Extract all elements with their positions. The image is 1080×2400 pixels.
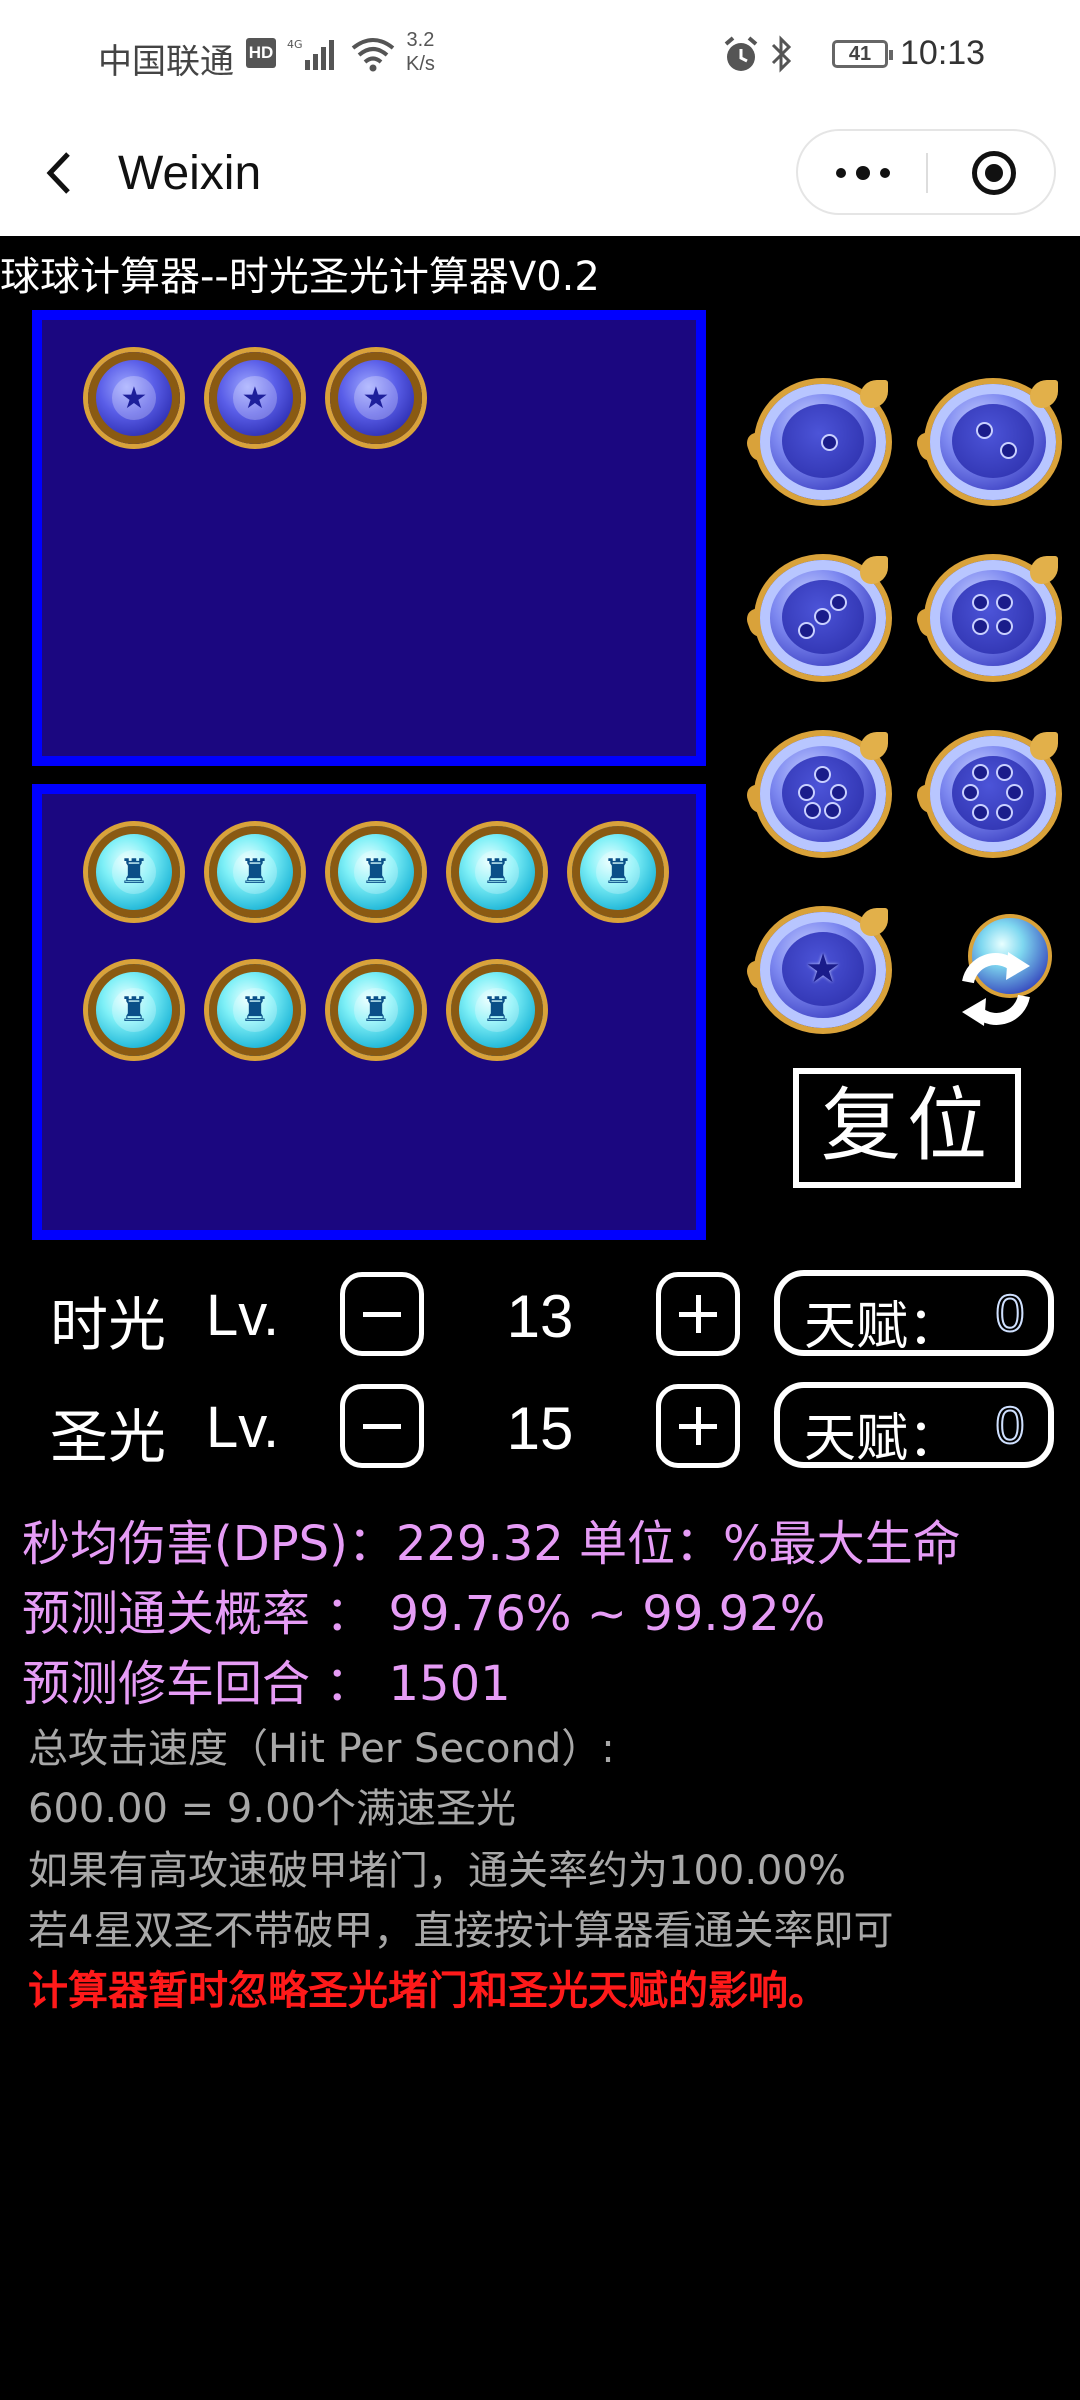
- svg-text:4G: 4G: [287, 38, 303, 51]
- time-ball-3-star[interactable]: [743, 556, 890, 680]
- net-speed: 3.2 K/s: [406, 28, 435, 76]
- dps-stat: 秒均伤害(DPS)：229.32 单位：%最大生命: [22, 1516, 961, 1572]
- time-ball-2-star[interactable]: [913, 380, 1060, 504]
- holy-talent-label: 天赋：: [804, 1409, 961, 1469]
- attack-speed-title: 总攻击速度（Hit Per Second）:: [28, 1726, 615, 1772]
- holy-lv-label: Lv.: [206, 1395, 280, 1460]
- holy-ball[interactable]: ♜: [330, 964, 422, 1056]
- battery-icon: 41: [832, 40, 893, 68]
- repair-round-stat: 预测修车回合 ： 1501: [22, 1656, 511, 1712]
- time-label: 时光: [50, 1291, 167, 1359]
- holy-label: 圣光: [50, 1403, 167, 1471]
- holy-ball[interactable]: ♜: [451, 826, 543, 918]
- net-speed-unit: K/s: [406, 53, 435, 75]
- note-armor-break: 如果有高攻速破甲堵门，通关率约为100.00%: [28, 1848, 846, 1894]
- holy-ball-box[interactable]: ♜ ♜ ♜ ♜ ♜ ♜ ♜ ♜ ♜: [32, 784, 706, 1240]
- time-ball-7-star[interactable]: ★: [743, 908, 890, 1032]
- carrier-name: 中国联通: [98, 42, 234, 82]
- swap-refresh-icon[interactable]: [938, 910, 1058, 1030]
- signal-icon: 4G: [287, 38, 334, 70]
- net-speed-value: 3.2: [406, 29, 435, 51]
- time-ball-5-star[interactable]: [743, 732, 890, 856]
- holy-talent-value[interactable]: 0: [980, 1396, 1040, 1456]
- time-level-row: 时光 Lv. 13 天赋： 0: [0, 1264, 1080, 1364]
- holy-ball[interactable]: ♜: [451, 964, 543, 1056]
- holy-minus-button[interactable]: [340, 1384, 424, 1468]
- time-plus-button[interactable]: [656, 1272, 740, 1356]
- time-ball-box[interactable]: ★ ★ ★: [32, 310, 706, 766]
- clear-rate-stat: 预测通关概率 ： 99.76% ~ 99.92%: [22, 1586, 826, 1642]
- holy-ball[interactable]: ♜: [330, 826, 422, 918]
- alarm-icon: [724, 36, 758, 71]
- holy-ball[interactable]: ♜: [88, 964, 180, 1056]
- time-level-value: 13: [506, 1283, 574, 1350]
- holy-ball[interactable]: ♜: [88, 826, 180, 918]
- holy-level-row: 圣光 Lv. 15 天赋： 0: [0, 1376, 1080, 1476]
- time-minus-button[interactable]: [340, 1272, 424, 1356]
- bluetooth-icon: [771, 35, 792, 73]
- time-talent-field[interactable]: 天赋： 0: [774, 1270, 1054, 1357]
- close-miniprogram-icon[interactable]: [928, 131, 1056, 213]
- holy-ball[interactable]: ♜: [572, 826, 664, 918]
- nav-title: Weixin: [118, 147, 262, 200]
- time-ball-6-star[interactable]: [913, 732, 1060, 856]
- reset-button[interactable]: 复位: [793, 1068, 1021, 1188]
- wifi-icon: [351, 38, 395, 72]
- miniprogram-capsule: [796, 129, 1056, 215]
- holy-plus-button[interactable]: [656, 1384, 740, 1468]
- time-ball[interactable]: ★: [330, 352, 422, 444]
- app-title: 球球计算器--时光圣光计算器V0.2: [0, 254, 600, 300]
- warning-text: 计算器暂时忽略圣光堵门和圣光天赋的影响。: [28, 1968, 828, 2014]
- attack-speed-value: 600.00 = 9.00个满速圣光: [28, 1786, 516, 1832]
- time-ball-4-star[interactable]: [913, 556, 1060, 680]
- time-talent-label: 天赋：: [804, 1297, 961, 1357]
- holy-talent-field[interactable]: 天赋： 0: [774, 1382, 1054, 1469]
- nav-bar: Weixin: [0, 108, 1080, 236]
- time-ball[interactable]: ★: [209, 352, 301, 444]
- more-icon[interactable]: [798, 131, 926, 213]
- time-ball-1-star[interactable]: [743, 380, 890, 504]
- time-lv-label: Lv.: [206, 1283, 280, 1348]
- holy-ball[interactable]: ♜: [209, 826, 301, 918]
- holy-level-value: 15: [506, 1395, 574, 1462]
- status-bar: 中国联通 HD 4G 3.2 K/s 41 10:13: [0, 0, 1080, 108]
- note-four-star: 若4星双圣不带破甲，直接按计算器看通关率即可: [28, 1908, 894, 1954]
- hd-icon: HD: [246, 38, 276, 68]
- clock: 10:13: [900, 34, 986, 72]
- time-ball[interactable]: ★: [88, 352, 180, 444]
- time-talent-value[interactable]: 0: [980, 1284, 1040, 1344]
- back-icon[interactable]: [40, 148, 80, 198]
- holy-ball[interactable]: ♜: [209, 964, 301, 1056]
